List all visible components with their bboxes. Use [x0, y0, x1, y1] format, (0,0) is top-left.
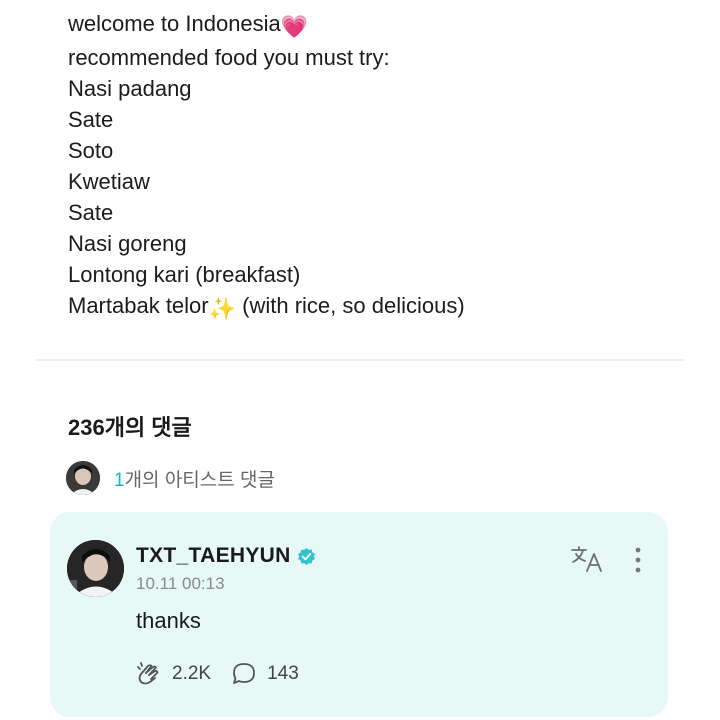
- comment-timestamp: 10.11 00:13: [136, 574, 225, 593]
- post-body: welcome to Indonesia💗 recommended food y…: [68, 8, 688, 324]
- comment-text: thanks: [136, 608, 201, 633]
- post-line: Nasi goreng: [68, 231, 187, 256]
- cheer-count: 2.2K: [172, 663, 212, 684]
- artist-comments-label: 1개의 아티스트 댓글: [114, 469, 275, 491]
- artist-comments-filter[interactable]: 1개의 아티스트 댓글: [66, 461, 275, 495]
- verified-badge-icon: [297, 547, 315, 565]
- comment-actions: 2.2K 143: [136, 661, 319, 687]
- post-line: Lontong kari (breakfast): [68, 262, 301, 287]
- avatar[interactable]: [67, 540, 124, 597]
- comment-bubble-icon: [233, 663, 255, 684]
- more-vertical-icon[interactable]: [632, 546, 644, 574]
- comment-count: 236개의 댓글: [68, 415, 192, 440]
- post-line: Sate: [68, 200, 114, 225]
- post-line: Kwetiaw: [68, 169, 150, 194]
- cheer-button[interactable]: 2.2K: [136, 661, 211, 687]
- translate-icon[interactable]: [570, 545, 604, 573]
- artist-comment-card: TXT_TAEHYUN 10.11 00:13 thanks 2.2K 143: [50, 512, 668, 717]
- post-line: Sate: [68, 107, 114, 132]
- post-line: welcome to Indonesia💗: [68, 8, 688, 42]
- avatar: [66, 461, 100, 495]
- sparkles-emoji-icon: ✨: [208, 296, 237, 321]
- username[interactable]: TXT_TAEHYUN: [136, 544, 316, 568]
- reply-count: 143: [267, 663, 299, 684]
- post-line: Martabak telor✨ (with rice, so delicious…: [68, 290, 688, 324]
- heart-emoji-icon: 💗: [280, 14, 309, 39]
- divider: [36, 359, 684, 361]
- post-line: recommended food you must try:: [68, 45, 390, 70]
- reply-button[interactable]: 143: [231, 661, 299, 687]
- post-line: Nasi padang: [68, 76, 192, 101]
- post-line: Soto: [68, 138, 114, 163]
- cheer-hand-icon: [137, 662, 159, 685]
